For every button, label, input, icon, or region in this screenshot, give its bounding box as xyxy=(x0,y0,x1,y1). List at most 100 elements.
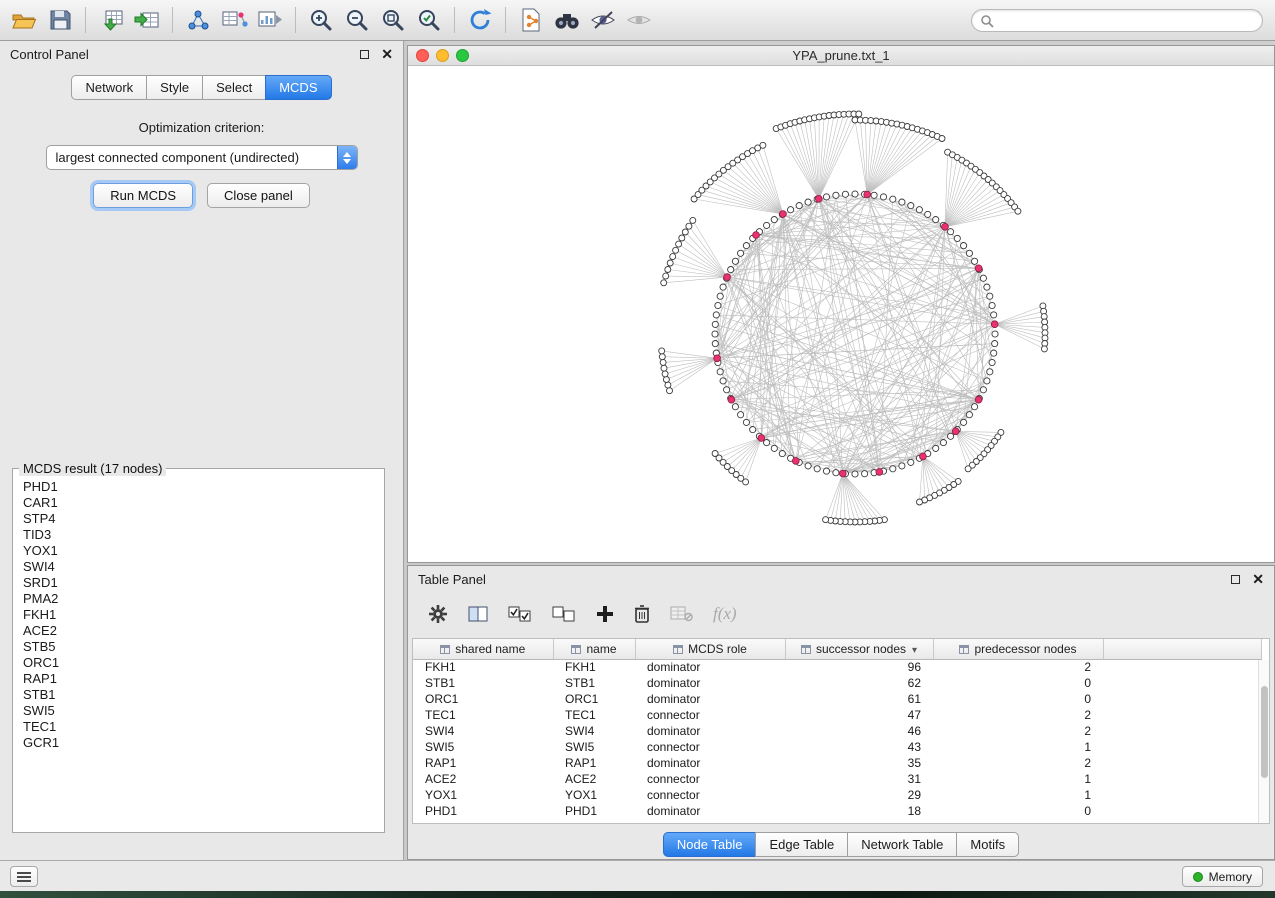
table-panel-header: Table Panel ✕ xyxy=(408,566,1274,592)
column-header-name[interactable]: name xyxy=(553,639,635,659)
zoom-in-button[interactable] xyxy=(303,4,339,36)
node-table-row-FKH1[interactable]: FKH1FKH1dominator962 xyxy=(413,659,1262,675)
mcds-node-item[interactable]: PMA2 xyxy=(13,591,384,607)
zoom-fit-icon xyxy=(380,7,406,33)
zoom-out-button[interactable] xyxy=(339,4,375,36)
table-cell: RAP1 xyxy=(553,755,635,771)
close-panel-button[interactable]: Close panel xyxy=(207,183,310,208)
hide-graphics-button[interactable] xyxy=(585,4,621,36)
column-header-MCDS-role[interactable]: MCDS role xyxy=(635,639,785,659)
tab-mcds[interactable]: MCDS xyxy=(265,75,331,100)
tab-network[interactable]: Network xyxy=(71,75,147,100)
add-row-button[interactable] xyxy=(596,605,614,623)
table-settings-button[interactable] xyxy=(428,604,448,624)
share-document-button[interactable] xyxy=(513,4,549,36)
search-icon xyxy=(980,14,994,28)
table-cell: 46 xyxy=(785,723,933,739)
maximize-window-icon[interactable] xyxy=(456,49,469,62)
zoom-selected-button[interactable] xyxy=(411,4,447,36)
table-network-icon xyxy=(220,8,248,32)
delete-row-button[interactable] xyxy=(634,604,650,624)
import-network-button[interactable] xyxy=(93,4,129,36)
sort-caret-icon[interactable]: ▾ xyxy=(912,645,917,656)
clear-table-button[interactable] xyxy=(670,606,693,622)
memory-button[interactable]: Memory xyxy=(1182,866,1263,887)
show-columns-button[interactable] xyxy=(468,606,488,622)
table-tab-network-table[interactable]: Network Table xyxy=(847,832,957,857)
minimize-window-icon[interactable] xyxy=(436,49,449,62)
column-header-predecessor-nodes[interactable]: predecessor nodes xyxy=(933,639,1103,659)
mcds-node-item[interactable]: STB5 xyxy=(13,639,384,655)
float-table-panel-icon[interactable] xyxy=(1231,575,1240,584)
refresh-icon xyxy=(467,7,493,33)
mcds-node-item[interactable]: TID3 xyxy=(13,527,384,543)
node-table-row-PHD1[interactable]: PHD1PHD1dominator180 xyxy=(413,803,1262,819)
mcds-node-item[interactable]: PHD1 xyxy=(13,479,384,495)
trash-icon xyxy=(634,604,650,624)
node-table-row-YOX1[interactable]: YOX1YOX1connector291 xyxy=(413,787,1262,803)
node-table-row-STB1[interactable]: STB1STB1dominator620 xyxy=(413,675,1262,691)
node-table-row-SWI4[interactable]: SWI4SWI4dominator462 xyxy=(413,723,1262,739)
mcds-node-item[interactable]: ORC1 xyxy=(13,655,384,671)
close-table-panel-icon[interactable]: ✕ xyxy=(1252,572,1264,586)
table-cell: PHD1 xyxy=(413,803,553,819)
node-table-row-ACE2[interactable]: ACE2ACE2connector311 xyxy=(413,771,1262,787)
mcds-result-box: MCDS result (17 nodes) PHD1CAR1STP4TID3Y… xyxy=(12,461,385,833)
mcds-node-item[interactable]: YOX1 xyxy=(13,543,384,559)
dropdown-stepper-icon[interactable] xyxy=(337,146,357,169)
table-tab-node-table[interactable]: Node Table xyxy=(663,832,757,857)
desktop-wallpaper-strip xyxy=(0,891,1275,898)
table-scrollbar-thumb[interactable] xyxy=(1261,686,1268,778)
node-table-row-RAP1[interactable]: RAP1RAP1dominator352 xyxy=(413,755,1262,771)
mcds-node-item[interactable]: FKH1 xyxy=(13,607,384,623)
table-tab-edge-table[interactable]: Edge Table xyxy=(755,832,848,857)
memory-status-icon xyxy=(1193,872,1203,882)
import-table-button[interactable] xyxy=(129,4,165,36)
table-scrollbar[interactable] xyxy=(1258,660,1269,823)
mcds-node-item[interactable]: STP4 xyxy=(13,511,384,527)
status-list-button[interactable] xyxy=(10,866,38,887)
select-all-button[interactable] xyxy=(508,606,532,623)
optimization-criterion-dropdown[interactable]: largest connected component (undirected) xyxy=(46,145,358,170)
column-header-shared-name[interactable]: shared name xyxy=(413,639,553,659)
export-network-button[interactable] xyxy=(180,4,216,36)
export-image-button[interactable] xyxy=(252,4,288,36)
save-session-button[interactable] xyxy=(42,4,78,36)
run-mcds-button[interactable]: Run MCDS xyxy=(93,183,193,208)
mcds-node-item[interactable]: SWI5 xyxy=(13,703,384,719)
search-input[interactable] xyxy=(994,14,1262,28)
deselect-all-button[interactable] xyxy=(552,606,576,623)
search-box[interactable] xyxy=(971,9,1263,32)
network-canvas[interactable] xyxy=(408,66,1274,562)
table-cell: 18 xyxy=(785,803,933,819)
function-builder-button[interactable]: f(x) xyxy=(713,604,737,624)
mcds-node-item[interactable]: ACE2 xyxy=(13,623,384,639)
close-panel-icon[interactable]: ✕ xyxy=(381,47,393,61)
network-window-titlebar[interactable]: YPA_prune.txt_1 xyxy=(408,46,1274,66)
zoom-fit-button[interactable] xyxy=(375,4,411,36)
mcds-node-item[interactable]: SWI4 xyxy=(13,559,384,575)
node-table-row-TEC1[interactable]: TEC1TEC1connector472 xyxy=(413,707,1262,723)
export-table-button[interactable] xyxy=(216,4,252,36)
control-panel-header: Control Panel ✕ xyxy=(0,41,403,67)
table-tab-motifs[interactable]: Motifs xyxy=(956,832,1019,857)
tab-style[interactable]: Style xyxy=(146,75,203,100)
apply-layout-button[interactable] xyxy=(462,4,498,36)
mcds-node-item[interactable]: SRD1 xyxy=(13,575,384,591)
close-window-icon[interactable] xyxy=(416,49,429,62)
show-graphics-button[interactable] xyxy=(621,4,657,36)
optimization-criterion-label: Optimization criterion: xyxy=(0,120,403,135)
node-table-row-SWI5[interactable]: SWI5SWI5connector431 xyxy=(413,739,1262,755)
mcds-node-item[interactable]: RAP1 xyxy=(13,671,384,687)
table-cell: TEC1 xyxy=(413,707,553,723)
mcds-node-item[interactable]: GCR1 xyxy=(13,735,384,751)
open-file-button[interactable] xyxy=(6,4,42,36)
mcds-node-item[interactable]: STB1 xyxy=(13,687,384,703)
tab-select[interactable]: Select xyxy=(202,75,266,100)
find-button[interactable] xyxy=(549,4,585,36)
mcds-node-item[interactable]: CAR1 xyxy=(13,495,384,511)
column-header-successor-nodes[interactable]: successor nodes▾ xyxy=(785,639,933,659)
node-table-row-ORC1[interactable]: ORC1ORC1dominator610 xyxy=(413,691,1262,707)
float-panel-icon[interactable] xyxy=(360,50,369,59)
mcds-node-item[interactable]: TEC1 xyxy=(13,719,384,735)
